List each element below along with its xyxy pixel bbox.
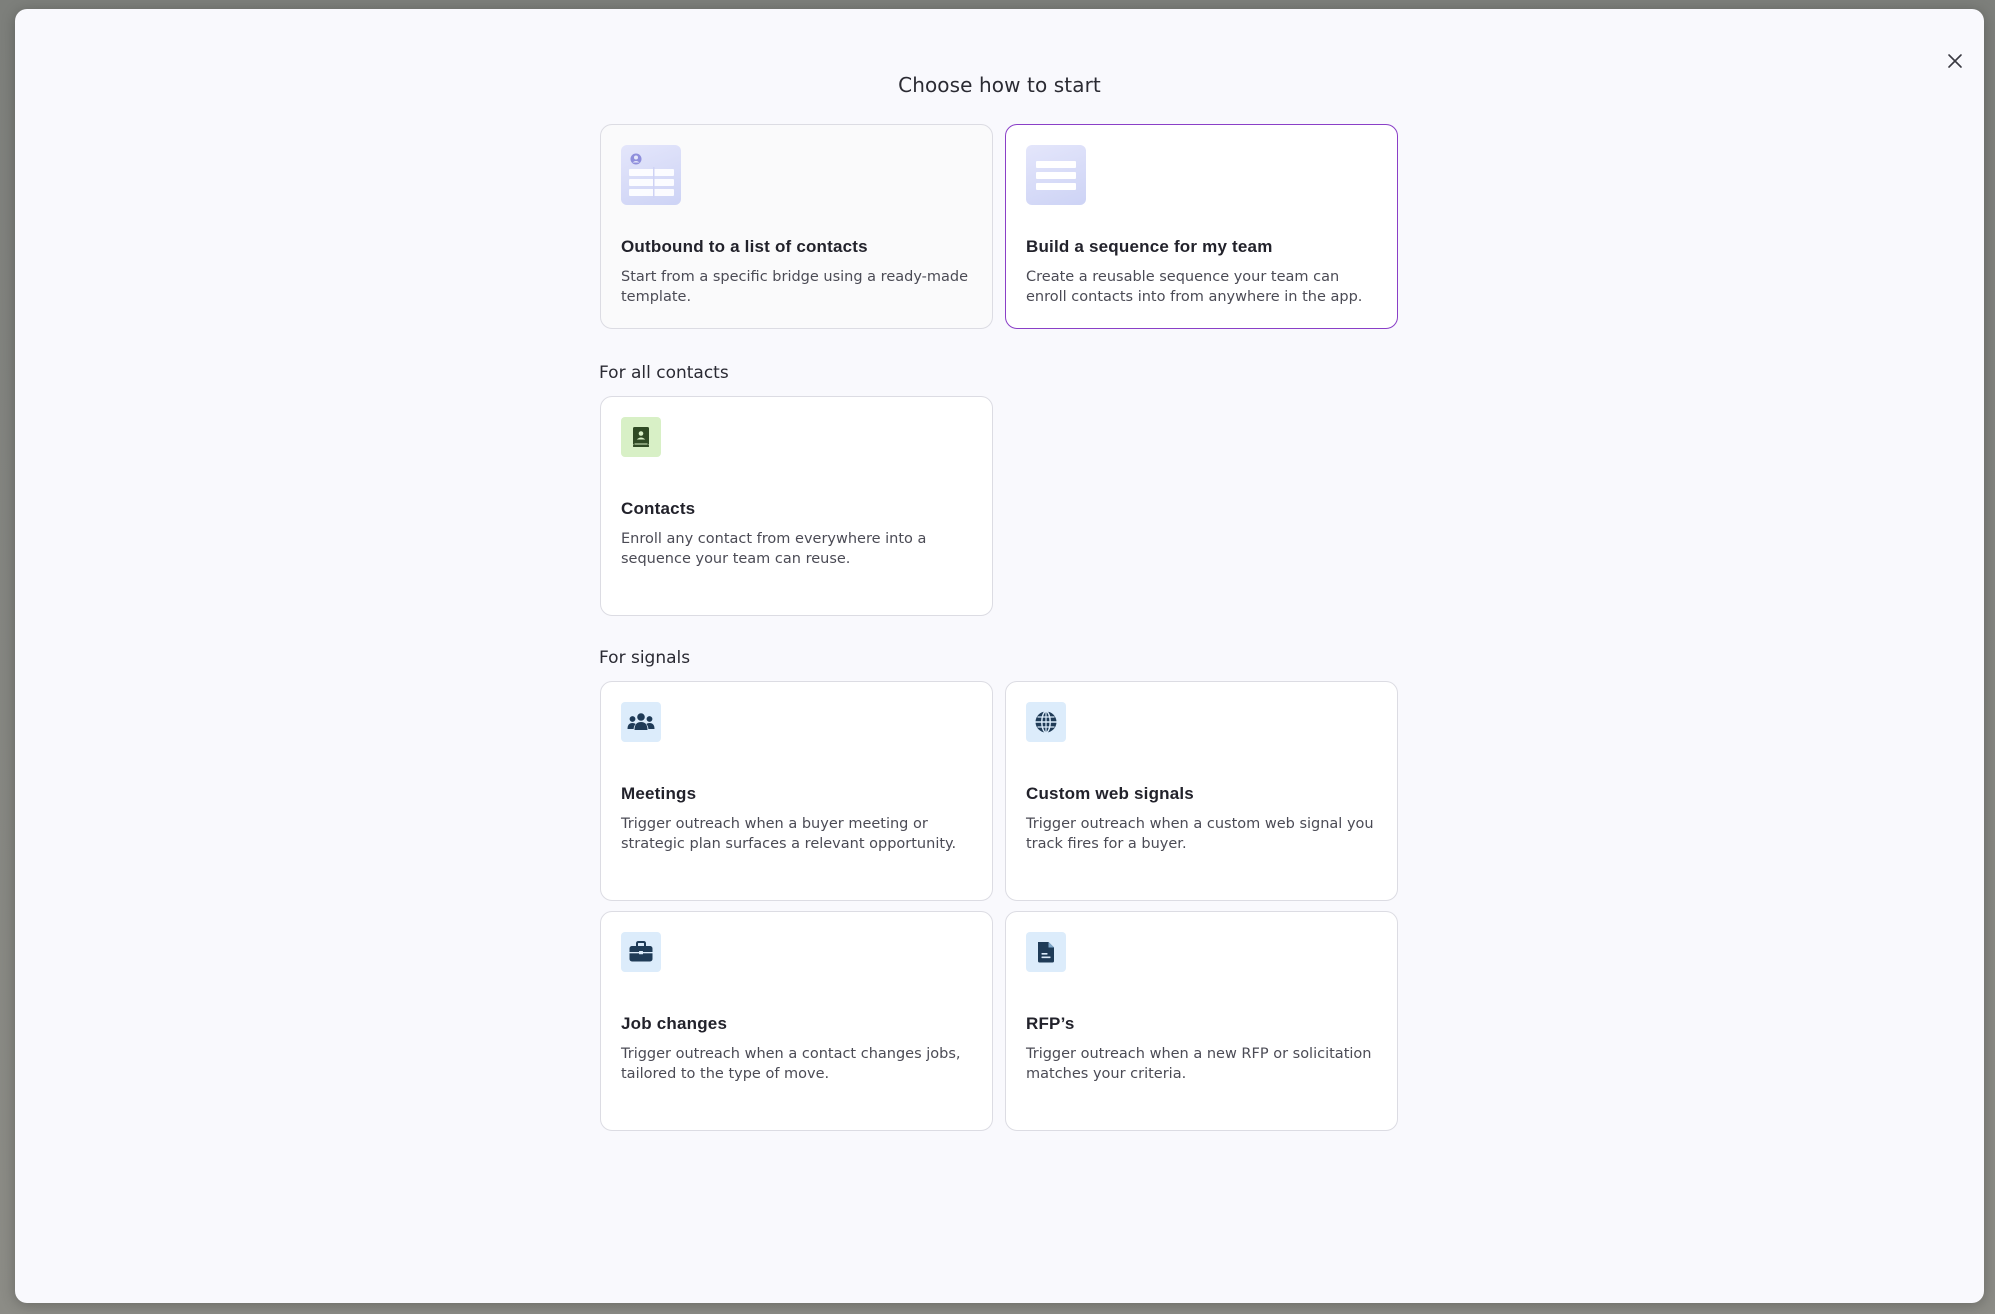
option-title: Contacts	[621, 499, 696, 518]
option-description: Trigger outreach when a custom web signa…	[1026, 816, 1374, 852]
option-card-outbound-list[interactable]: Outbound to a list of contacts Start fro…	[600, 124, 993, 329]
option-card-custom-web-signals[interactable]: Custom web signals Trigger outreach when…	[1005, 681, 1398, 901]
option-title: Job changes	[621, 1014, 728, 1033]
option-description: Enroll any contact from everywhere into …	[621, 531, 927, 567]
option-title: Outbound to a list of contacts	[621, 237, 868, 256]
people-group-icon	[621, 702, 661, 742]
sequence-list-illustration-icon	[1026, 145, 1086, 205]
document-icon	[1026, 932, 1066, 972]
globe-icon	[1026, 702, 1066, 742]
option-title: Custom web signals	[1026, 784, 1194, 803]
option-title: Meetings	[621, 784, 697, 803]
option-description: Trigger outreach when a contact changes …	[621, 1046, 961, 1082]
option-title: RFP’s	[1026, 1014, 1075, 1033]
option-card-contacts[interactable]: Contacts Enroll any contact from everywh…	[600, 396, 993, 616]
section-label-all-contacts: For all contacts	[599, 363, 729, 383]
option-card-job-changes[interactable]: Job changes Trigger outreach when a cont…	[600, 911, 993, 1131]
contact-book-icon	[621, 417, 661, 457]
option-description: Trigger outreach when a new RFP or solic…	[1026, 1046, 1372, 1082]
dialog-title: Choose how to start	[898, 73, 1101, 97]
section-label-signals: For signals	[599, 648, 691, 668]
option-card-team-sequence[interactable]: Build a sequence for my team Create a re…	[1005, 124, 1398, 329]
briefcase-icon	[621, 932, 661, 972]
contact-list-illustration-icon	[621, 145, 681, 205]
option-card-meetings[interactable]: Meetings Trigger outreach when a buyer m…	[600, 681, 993, 901]
choose-start-dialog: Choose how to start Outbound to a list o…	[15, 9, 1984, 1303]
option-description: Create a reusable sequence your team can…	[1026, 269, 1363, 305]
option-description: Trigger outreach when a buyer meeting or…	[621, 816, 957, 852]
close-icon	[1948, 54, 1962, 68]
option-title: Build a sequence for my team	[1026, 237, 1273, 256]
option-description: Start from a specific bridge using a rea…	[621, 269, 969, 305]
option-card-rfps[interactable]: RFP’s Trigger outreach when a new RFP or…	[1005, 911, 1398, 1131]
